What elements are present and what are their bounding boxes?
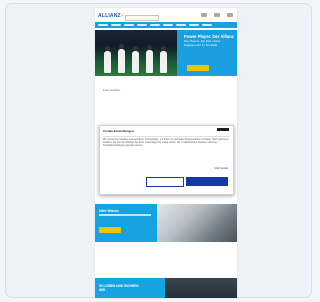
- main-navigation: [95, 22, 237, 28]
- promo-banner-knowledge: Mehr Wissen: [95, 204, 237, 242]
- promo-photo-workshop: [157, 204, 237, 242]
- player-figure: [104, 46, 111, 73]
- promo-photo-living: [165, 278, 237, 298]
- promo-cta-button[interactable]: [99, 227, 121, 233]
- cookie-dialog-logo: [217, 128, 229, 131]
- cookie-consent-dialog: Cookie-Einstellungen Wir verwenden Cooki…: [99, 125, 234, 195]
- login-icon[interactable]: [214, 13, 220, 17]
- nav-item[interactable]: [124, 24, 134, 26]
- nav-item[interactable]: [189, 24, 199, 26]
- player-figure: [160, 46, 167, 73]
- cookie-dialog-title: Cookie-Einstellungen: [103, 129, 134, 133]
- hero-photo-football-players: [95, 30, 177, 76]
- cookie-dialog-header: Cookie-Einstellungen: [100, 126, 233, 136]
- cookie-settings-button[interactable]: [146, 177, 184, 187]
- header-actions: [201, 13, 233, 17]
- search-input[interactable]: [125, 15, 159, 21]
- player-figure: [146, 45, 153, 73]
- divider: [103, 136, 230, 137]
- hero-text: Power Player. Der Allianz Drei Teams. Ei…: [184, 34, 234, 48]
- nav-item[interactable]: [111, 24, 121, 26]
- hero-subtitle: Drei Teams. Ein Ziel. Unser Engagement i…: [184, 39, 221, 47]
- logo-mark-icon: ⚡: [120, 13, 125, 19]
- contact-icon[interactable]: [201, 13, 207, 17]
- logo-text: ALLIANZ: [98, 13, 121, 19]
- promo-title: SO LEBEN UND WOHNEN WIR: [99, 284, 139, 292]
- promo-banner-living: SO LEBEN UND WOHNEN WIR: [95, 278, 237, 298]
- nav-item[interactable]: [202, 24, 212, 26]
- nav-item[interactable]: [137, 24, 147, 26]
- cookie-accept-button[interactable]: [186, 177, 228, 186]
- menu-icon[interactable]: [227, 13, 233, 17]
- nav-item[interactable]: [98, 24, 108, 26]
- cookie-details-link[interactable]: Mehr Details: [215, 167, 228, 170]
- hero-banner: Power Player. Der Allianz Drei Teams. Ei…: [95, 30, 237, 76]
- hero-cta-button[interactable]: [187, 65, 209, 71]
- section-label: Fuer Kunden: [103, 88, 121, 92]
- site-header: ALLIANZ⚡: [95, 8, 237, 22]
- nav-item[interactable]: [150, 24, 160, 26]
- player-figure: [132, 46, 139, 73]
- website-preview: ALLIANZ⚡ Power Player. Der Allianz Drei …: [95, 8, 237, 298]
- nav-item[interactable]: [163, 24, 173, 26]
- promo-title: Mehr Wissen: [99, 209, 119, 213]
- nav-item[interactable]: [176, 24, 186, 26]
- site-logo[interactable]: ALLIANZ⚡: [98, 13, 125, 19]
- promo-subtitle-line: [99, 214, 151, 216]
- cookie-dialog-text: Wir verwenden Cookies und aehnliche Tech…: [103, 138, 229, 148]
- player-figure: [118, 44, 125, 73]
